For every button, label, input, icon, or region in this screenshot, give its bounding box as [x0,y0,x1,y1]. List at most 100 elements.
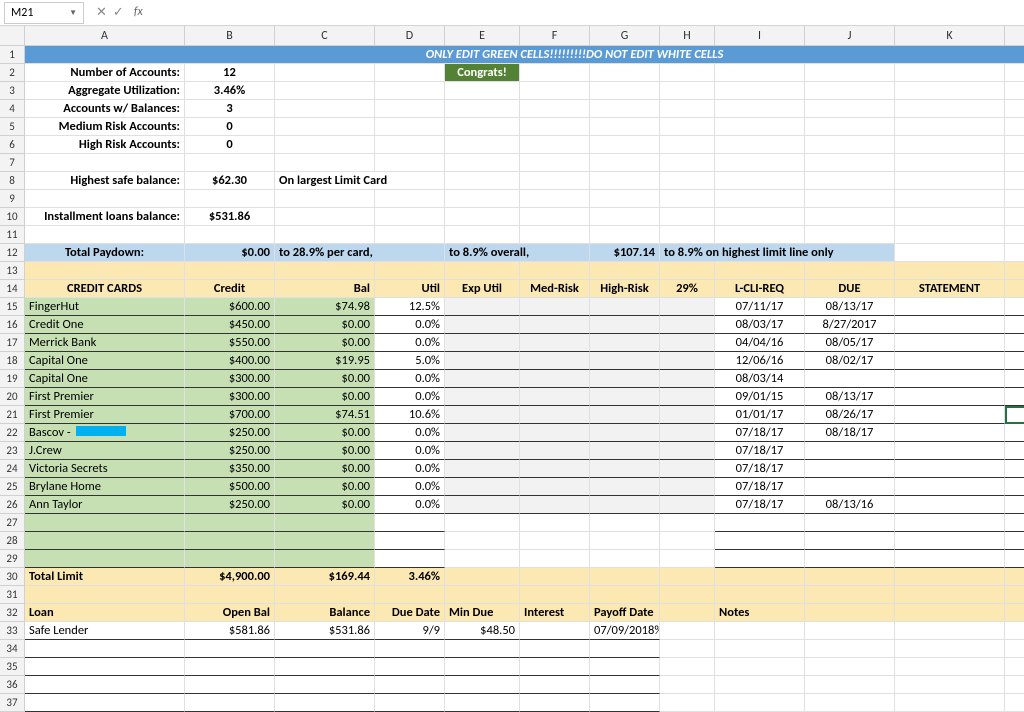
cell[interactable]: $0.00 [275,334,375,352]
cell[interactable] [375,640,445,658]
cell[interactable] [805,676,895,694]
cell[interactable] [590,406,660,424]
cell[interactable] [590,640,660,658]
cell[interactable] [1005,658,1024,676]
cell[interactable] [520,424,590,442]
cell[interactable] [185,190,275,208]
cell[interactable] [660,460,715,478]
select-all-corner[interactable] [0,26,25,46]
cell[interactable] [375,100,445,118]
cell[interactable] [185,532,275,550]
cell[interactable] [895,190,1005,208]
cell[interactable]: L-CLI-REQ [715,280,805,298]
cell[interactable] [590,388,660,406]
cell[interactable] [445,640,520,658]
cell[interactable] [805,64,895,82]
cell[interactable] [805,262,895,280]
cell[interactable]: 29% [660,280,715,298]
col-header[interactable]: I [715,26,805,46]
cell[interactable] [185,640,275,658]
cell[interactable] [1005,550,1024,568]
row-header[interactable]: 22 [0,424,25,442]
cancel-icon[interactable]: ✕ [96,5,107,20]
cell[interactable] [590,172,660,190]
cell[interactable] [1005,154,1024,172]
cell[interactable] [520,568,590,586]
row-header[interactable]: 4 [0,100,25,118]
cell[interactable] [715,586,805,604]
cell[interactable] [275,658,375,676]
cell[interactable]: 07/18/17 [715,478,805,496]
cell[interactable]: 08/13/17 [805,388,895,406]
cell[interactable] [590,424,660,442]
cell[interactable] [895,334,1005,352]
cell[interactable] [25,658,185,676]
cell[interactable] [185,514,275,532]
cell[interactable] [895,226,1005,244]
cell[interactable] [895,298,1005,316]
row-header[interactable]: 35 [0,658,25,676]
cell[interactable] [445,388,520,406]
cell[interactable] [275,118,375,136]
cell[interactable] [1005,136,1024,154]
cell[interactable] [715,550,805,568]
cell[interactable] [895,694,1005,712]
cell[interactable] [445,514,520,532]
cell[interactable] [1005,586,1024,604]
cell[interactable] [895,640,1005,658]
cell[interactable] [590,100,660,118]
cell[interactable] [805,622,895,640]
cell[interactable] [715,694,805,712]
cell[interactable]: $0.00 [275,478,375,496]
cell[interactable]: $500.00 [185,478,275,496]
cell[interactable]: Bascov - [25,424,185,442]
cell[interactable] [715,262,805,280]
cell[interactable] [445,118,520,136]
cell[interactable]: DUE [805,280,895,298]
cell[interactable] [590,316,660,334]
cell[interactable] [445,676,520,694]
cell[interactable]: 08/18/17 [805,424,895,442]
cell[interactable] [660,370,715,388]
cell[interactable] [660,640,715,658]
row-header[interactable]: 14 [0,280,25,298]
cell[interactable] [715,622,805,640]
cell[interactable] [1005,694,1024,712]
cell[interactable] [1005,334,1024,352]
cell[interactable] [895,262,1005,280]
cell[interactable] [805,478,895,496]
cell[interactable] [805,82,895,100]
cell[interactable] [185,154,275,172]
cell[interactable] [185,226,275,244]
cell[interactable] [715,514,805,532]
cell[interactable] [1005,640,1024,658]
cell[interactable]: 0.0% [375,424,445,442]
cell[interactable] [1005,622,1024,640]
cell[interactable] [805,568,895,586]
cell[interactable]: $531.86 [275,622,375,640]
cell[interactable] [445,262,520,280]
cell[interactable]: 08/13/16 [805,496,895,514]
cell[interactable] [445,478,520,496]
row-header[interactable]: 9 [0,190,25,208]
row-header[interactable]: 5 [0,118,25,136]
cell[interactable] [590,226,660,244]
cell[interactable]: $531.86 [185,208,275,226]
cell[interactable] [805,136,895,154]
cell[interactable] [1005,190,1024,208]
cell[interactable] [1005,244,1024,262]
cell[interactable]: $600.00 [185,298,275,316]
cell[interactable]: 04/04/16 [715,334,805,352]
cell[interactable] [25,640,185,658]
col-header[interactable]: B [185,26,275,46]
cell[interactable] [445,226,520,244]
cell[interactable] [445,658,520,676]
cell[interactable] [25,532,185,550]
cell[interactable] [805,172,895,190]
cell[interactable]: $74.51 [275,406,375,424]
cell[interactable] [375,586,445,604]
cell[interactable] [520,388,590,406]
cell[interactable]: 07/18/17 [715,424,805,442]
cell[interactable] [25,226,185,244]
col-header[interactable]: J [805,26,895,46]
